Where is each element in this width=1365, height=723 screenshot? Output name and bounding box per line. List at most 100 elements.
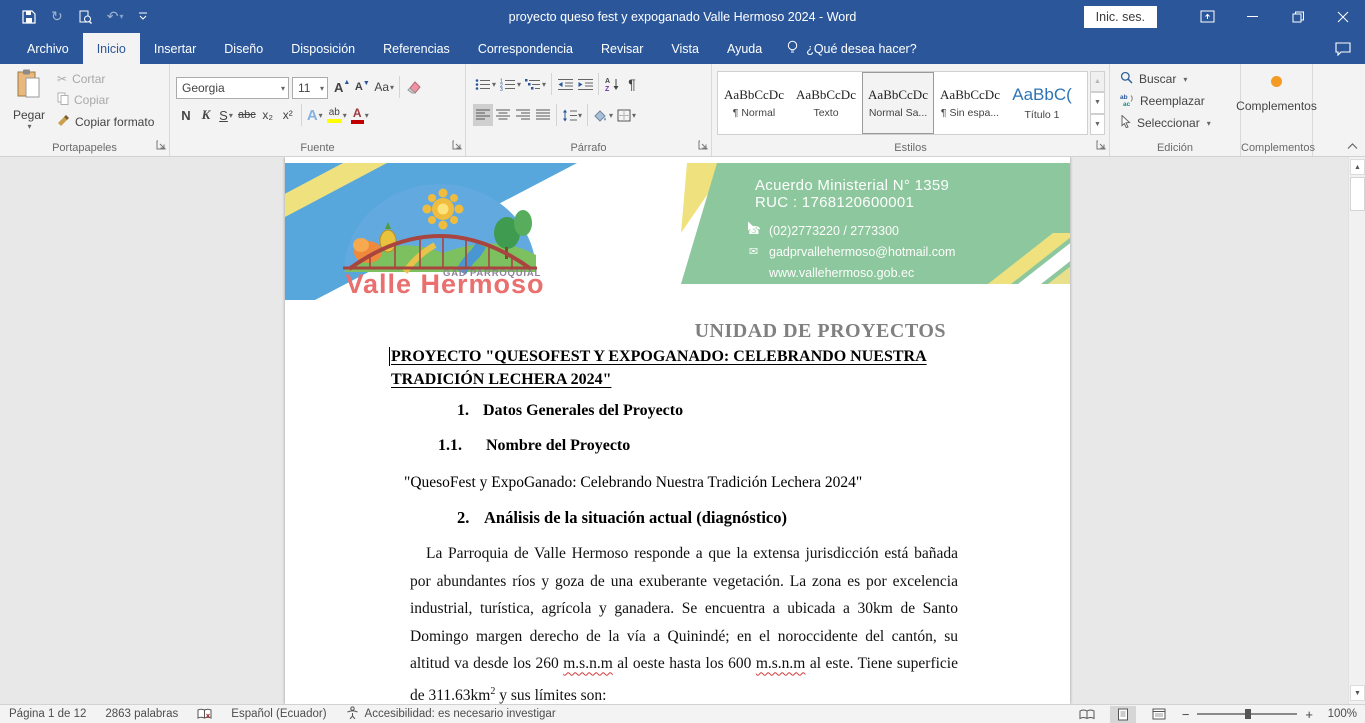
accessibility-icon xyxy=(346,706,359,722)
line-spacing-button[interactable]: ▾ xyxy=(560,104,584,126)
subscript-button[interactable]: x₂ xyxy=(258,104,278,126)
replace-icon: abac xyxy=(1120,93,1134,109)
zoom-level[interactable]: 100% xyxy=(1323,708,1357,720)
text-effects-button[interactable]: A▾ xyxy=(305,104,325,126)
font-color-button[interactable]: A ▾ xyxy=(349,104,371,126)
paragraph-line: industrial, turística, agrícola y ganade… xyxy=(410,595,958,623)
accessibility-status[interactable]: Accesibilidad: es necesario investigar xyxy=(346,706,556,722)
style-texto[interactable]: AaBbCcDc Texto xyxy=(790,72,862,134)
ribbon-display-options-icon[interactable] xyxy=(1185,0,1230,33)
bullets-button[interactable]: ▾ xyxy=(473,73,498,95)
numbering-button[interactable]: 123 ▾ xyxy=(498,73,523,95)
grow-font-button[interactable]: A▲ xyxy=(332,76,352,98)
borders-button[interactable]: ▾ xyxy=(615,104,638,126)
undo-icon[interactable]: ↶▾ xyxy=(107,7,124,27)
justify-button[interactable] xyxy=(533,104,553,126)
font-family-combo[interactable]: Georgia ▾ xyxy=(176,77,289,99)
clear-formatting-button[interactable] xyxy=(403,76,423,98)
font-dialog-launcher-icon[interactable] xyxy=(452,139,462,153)
shading-button[interactable]: ▾ xyxy=(591,104,615,126)
style-normal[interactable]: AaBbCcDc ¶ Normal xyxy=(718,72,790,134)
vertical-scrollbar[interactable]: ▲ ▼ xyxy=(1348,157,1365,704)
scroll-down-icon[interactable]: ▼ xyxy=(1350,685,1365,701)
sort-button[interactable]: AZ xyxy=(602,73,622,95)
find-button[interactable]: Buscar ▾ xyxy=(1120,71,1211,87)
change-case-button[interactable]: Aa▾ xyxy=(372,76,396,98)
tab-inicio[interactable]: Inicio xyxy=(83,33,140,64)
paragraph-dialog-launcher-icon[interactable] xyxy=(698,139,708,153)
replace-button[interactable]: abac Reemplazar xyxy=(1120,93,1211,109)
restore-button[interactable] xyxy=(1275,0,1320,33)
sign-in-button[interactable]: Inic. ses. xyxy=(1084,6,1157,28)
zoom-track[interactable] xyxy=(1197,713,1297,715)
cut-button[interactable]: ✂ Cortar xyxy=(57,72,154,86)
align-left-button[interactable] xyxy=(473,104,493,126)
tab-correspondencia[interactable]: Correspondencia xyxy=(464,33,587,64)
svg-text:A: A xyxy=(605,78,610,85)
tab-disposicion[interactable]: Disposición xyxy=(277,33,369,64)
web-layout-button[interactable] xyxy=(1146,706,1172,723)
styles-more-icon[interactable]: ▼ xyxy=(1090,114,1105,135)
underline-button[interactable]: S▾ xyxy=(216,104,236,126)
customize-qat-icon[interactable] xyxy=(138,7,148,27)
style-titulo-1[interactable]: AaBbC( Título 1 xyxy=(1006,72,1078,134)
show-marks-button[interactable]: ¶ xyxy=(622,73,642,95)
language-indicator[interactable]: Español (Ecuador) xyxy=(231,708,326,720)
save-icon[interactable] xyxy=(22,7,36,27)
multilevel-list-button[interactable]: ▾ xyxy=(523,73,548,95)
decrease-indent-button[interactable] xyxy=(555,73,575,95)
eraser-icon xyxy=(406,81,421,94)
increase-indent-button[interactable] xyxy=(575,73,595,95)
tab-revisar[interactable]: Revisar xyxy=(587,33,657,64)
copy-button[interactable]: Copiar xyxy=(57,92,154,108)
tab-archivo[interactable]: Archivo xyxy=(13,33,83,64)
collapse-ribbon-icon[interactable] xyxy=(1346,139,1359,153)
tell-me-box[interactable]: ¿Qué desea hacer? xyxy=(776,33,927,64)
text-highlight-button[interactable]: ab ▾ xyxy=(325,104,349,126)
print-layout-button[interactable] xyxy=(1110,706,1136,723)
close-button[interactable] xyxy=(1320,0,1365,33)
select-button[interactable]: Seleccionar ▾ xyxy=(1120,115,1211,131)
strikethrough-button[interactable]: abc xyxy=(236,104,258,126)
document-header-banner: Acuerdo Ministerial N° 1359 RUC : 176812… xyxy=(285,157,1070,300)
tab-insertar[interactable]: Insertar xyxy=(140,33,210,64)
paste-button[interactable]: Pegar ▾ xyxy=(7,69,51,141)
word-count[interactable]: 2863 palabras xyxy=(105,708,178,720)
tab-vista[interactable]: Vista xyxy=(657,33,713,64)
scroll-up-icon[interactable]: ▲ xyxy=(1350,159,1365,175)
read-mode-button[interactable] xyxy=(1074,706,1100,723)
zoom-thumb[interactable] xyxy=(1245,709,1251,719)
bold-button[interactable]: N xyxy=(176,104,196,126)
clipboard-dialog-launcher-icon[interactable] xyxy=(156,139,166,153)
page-indicator[interactable]: Página 1 de 12 xyxy=(9,708,86,720)
document-page[interactable]: Acuerdo Ministerial N° 1359 RUC : 176812… xyxy=(285,157,1070,704)
font-size-combo[interactable]: 11 ▾ xyxy=(292,77,328,99)
styles-dialog-launcher-icon[interactable] xyxy=(1096,139,1106,153)
align-center-button[interactable] xyxy=(493,104,513,126)
tab-ayuda[interactable]: Ayuda xyxy=(713,33,776,64)
align-right-button[interactable] xyxy=(513,104,533,126)
scrollbar-thumb[interactable] xyxy=(1350,177,1365,211)
styles-scroll-down-icon[interactable]: ▼ xyxy=(1090,92,1105,113)
feedback-icon[interactable] xyxy=(1335,33,1351,64)
styles-scroll-up-icon[interactable]: ▲ xyxy=(1090,71,1105,92)
repeat-icon[interactable]: ↻ xyxy=(51,7,63,27)
addins-button[interactable]: Complementos xyxy=(1241,76,1312,113)
group-styles: AaBbCcDc ¶ Normal AaBbCcDc Texto AaBbCcD… xyxy=(712,64,1110,156)
style-sin-espaciado[interactable]: AaBbCcDc ¶ Sin espa... xyxy=(934,72,1006,134)
superscript-button[interactable]: x² xyxy=(278,104,298,126)
document-area: Acuerdo Ministerial N° 1359 RUC : 176812… xyxy=(0,157,1365,704)
zoom-in-icon[interactable]: + xyxy=(1305,707,1313,722)
paragraph-line: Domingo margen derecho de la vía a Quini… xyxy=(410,623,958,651)
shrink-font-button[interactable]: A▼ xyxy=(352,76,372,98)
print-preview-icon[interactable] xyxy=(78,7,92,27)
status-bar: Página 1 de 12 2863 palabras Español (Ec… xyxy=(0,704,1365,723)
italic-button[interactable]: K xyxy=(196,104,216,126)
format-painter-button[interactable]: Copiar formato xyxy=(57,114,154,130)
style-normal-sa[interactable]: AaBbCcDc Normal Sa... xyxy=(862,72,934,134)
tab-diseno[interactable]: Diseño xyxy=(210,33,277,64)
tab-referencias[interactable]: Referencias xyxy=(369,33,464,64)
minimize-button[interactable] xyxy=(1230,0,1275,33)
zoom-out-icon[interactable]: − xyxy=(1182,707,1190,722)
proofing-icon[interactable] xyxy=(197,708,212,721)
